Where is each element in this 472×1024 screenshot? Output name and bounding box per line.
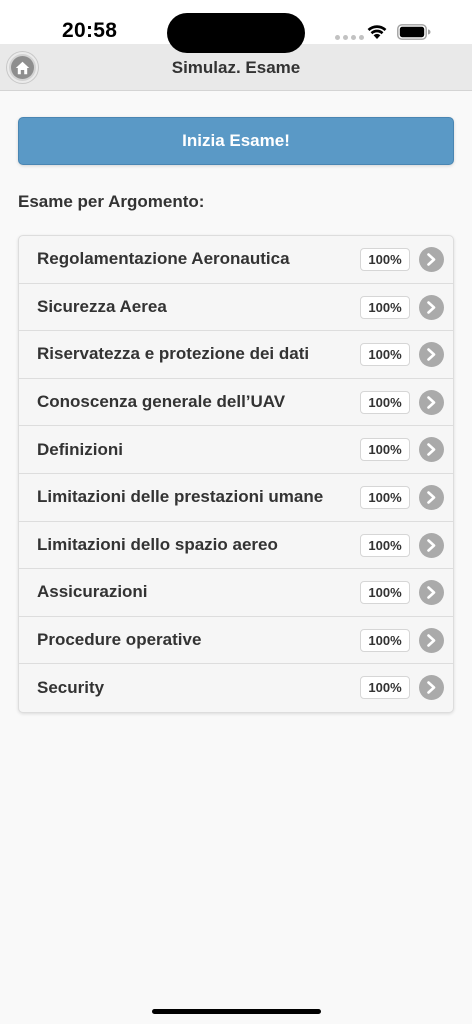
chevron-right-icon [419,342,444,368]
chevron-right-icon [419,580,444,606]
topic-label: Regolamentazione Aeronautica [37,249,290,269]
chevron-right-icon [419,532,444,558]
topic-label: Conoscenza generale dell’UAV [37,392,286,412]
status-bar: 20:58 [0,0,472,53]
topic-label: Assicurazioni [37,582,148,602]
progress-badge: 100% [360,438,410,462]
progress-badge: 100% [360,390,410,414]
chevron-right-icon [419,294,444,320]
dynamic-island [167,13,305,53]
chevron-right-icon [419,437,444,463]
topic-label: Riservatezza e protezione dei dati [37,344,310,364]
topic-label: Procedure operative [37,630,202,650]
chevron-right-icon [419,389,444,415]
chevron-right-icon [419,484,444,510]
page-title: Simulaz. Esame [171,58,301,77]
battery-icon [397,24,431,40]
status-time: 20:58 [62,19,118,42]
topic-item-spazio-aereo[interactable]: Limitazioni dello spazio aereo 100% [19,522,453,570]
chevron-right-icon [419,627,444,653]
cellular-signal-icon [335,35,364,40]
topic-item-conoscenza-uav[interactable]: Conoscenza generale dell’UAV 100% [19,379,453,427]
topic-item-procedure-operative[interactable]: Procedure operative 100% [19,617,453,665]
topic-item-sicurezza-aerea[interactable]: Sicurezza Aerea 100% [19,284,453,332]
topic-item-prestazioni-umane[interactable]: Limitazioni delle prestazioni umane 100% [19,474,453,522]
topic-item-riservatezza[interactable]: Riservatezza e protezione dei dati 100% [19,331,453,379]
topic-item-assicurazioni[interactable]: Assicurazioni 100% [19,569,453,617]
progress-badge: 100% [360,533,410,557]
topic-label: Definizioni [37,439,123,459]
topic-label: Security [37,678,105,698]
topic-item-regolamentazione[interactable]: Regolamentazione Aeronautica 100% [19,236,453,284]
section-heading: Esame per Argomento: [18,192,205,211]
home-indicator[interactable] [152,1009,321,1014]
start-exam-button[interactable]: Inizia Esame! [18,117,454,165]
progress-badge: 100% [360,485,410,509]
topic-list: Regolamentazione Aeronautica 100% Sicure… [18,235,454,713]
topic-label: Sicurezza Aerea [37,296,167,316]
topic-label: Limitazioni dello spazio aereo [37,534,278,554]
topic-label: Limitazioni delle prestazioni umane [37,487,324,507]
exam-simulation-screen: 20:58 Simulaz. Esame Inizia Esame! Esame… [0,0,472,1024]
chevron-right-icon [419,675,444,701]
progress-badge: 100% [360,676,410,700]
topic-item-definizioni[interactable]: Definizioni 100% [19,426,453,474]
progress-badge: 100% [360,248,410,271]
topic-item-security[interactable]: Security 100% [19,664,453,712]
chevron-right-icon [419,247,444,272]
progress-badge: 100% [360,295,410,319]
progress-badge: 100% [360,628,410,652]
progress-badge: 100% [360,343,410,367]
progress-badge: 100% [360,581,410,605]
wifi-icon [367,25,387,39]
